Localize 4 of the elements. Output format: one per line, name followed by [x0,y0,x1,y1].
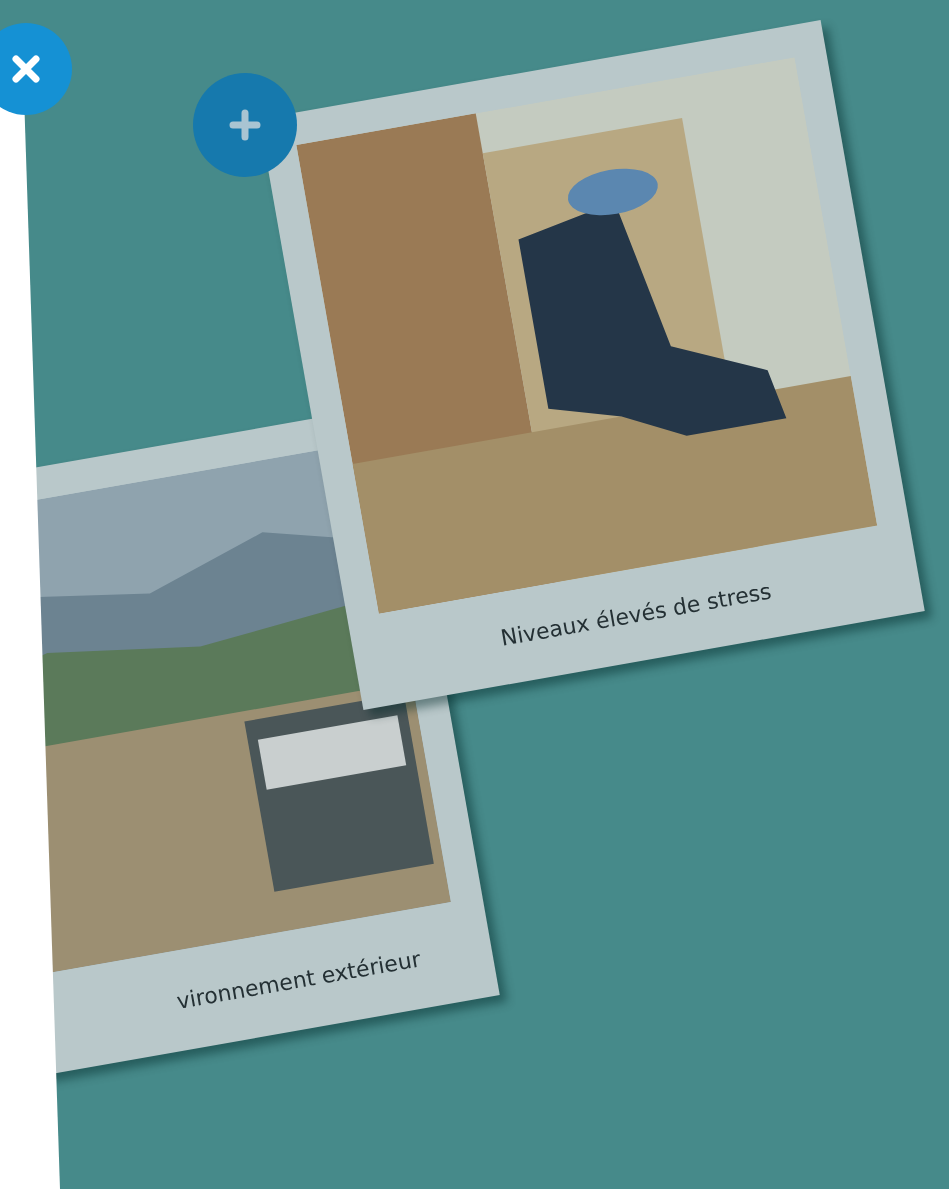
plus-icon [229,109,261,141]
close-button[interactable] [0,23,72,115]
photo-caption: Niveaux élevés de stress [498,577,775,654]
close-icon [11,54,41,84]
